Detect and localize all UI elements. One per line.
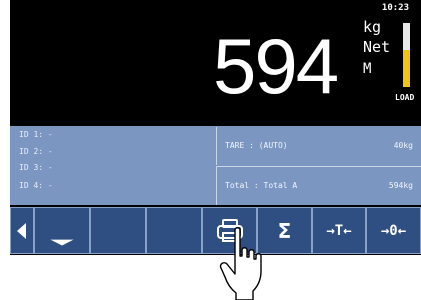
load-label: LOAD bbox=[395, 93, 415, 102]
mode-label: Net bbox=[363, 38, 391, 56]
weight-display: 10:23 594 kg Net M LOAD bbox=[10, 0, 421, 125]
underscore-line-icon bbox=[35, 208, 89, 253]
motion-indicator: M bbox=[363, 61, 372, 77]
total-label: Total : Total A bbox=[225, 181, 298, 190]
id-list: ID 1: - ID 2: - ID 3: - ID 4: - bbox=[10, 126, 215, 205]
empty-key-1[interactable] bbox=[90, 207, 146, 254]
id-row-2: ID 2: - bbox=[19, 147, 53, 156]
total-field: Total : Total A 594kg bbox=[216, 166, 421, 205]
left-arrow-icon bbox=[11, 208, 33, 253]
load-bar-fill bbox=[403, 49, 410, 87]
tare-key-label: →T← bbox=[326, 222, 352, 239]
tare-value: 40kg bbox=[393, 141, 413, 150]
pointing-hand-icon bbox=[219, 227, 262, 300]
tare-key[interactable]: →T← bbox=[312, 207, 366, 254]
zero-key-label: →0← bbox=[380, 222, 407, 239]
id-row-1: ID 1: - bbox=[19, 130, 53, 139]
tare-label: TARE : (AUTO) bbox=[225, 141, 288, 150]
load-bar bbox=[403, 23, 410, 87]
tare-field: TARE : (AUTO) 40kg bbox=[216, 127, 421, 165]
id-row-3: ID 3: - bbox=[19, 163, 53, 172]
info-panel: ID 1: - ID 2: - ID 3: - ID 4: - TARE : (… bbox=[10, 126, 421, 205]
zero-key[interactable]: →0← bbox=[366, 207, 421, 254]
prev-page-key[interactable] bbox=[10, 207, 34, 254]
page-indicator-key[interactable] bbox=[34, 207, 90, 254]
weight-value: 594 bbox=[213, 22, 339, 110]
softkey-bar: Σ →T← →0← bbox=[10, 207, 421, 255]
terminal-screen: 10:23 594 kg Net M LOAD ID 1: - ID 2: - … bbox=[10, 0, 421, 255]
total-value: 594kg bbox=[388, 181, 413, 190]
clock: 10:23 bbox=[381, 3, 409, 13]
empty-key-2[interactable] bbox=[146, 207, 202, 254]
unit-label: kg bbox=[363, 18, 382, 36]
id-row-4: ID 4: - bbox=[19, 181, 53, 190]
